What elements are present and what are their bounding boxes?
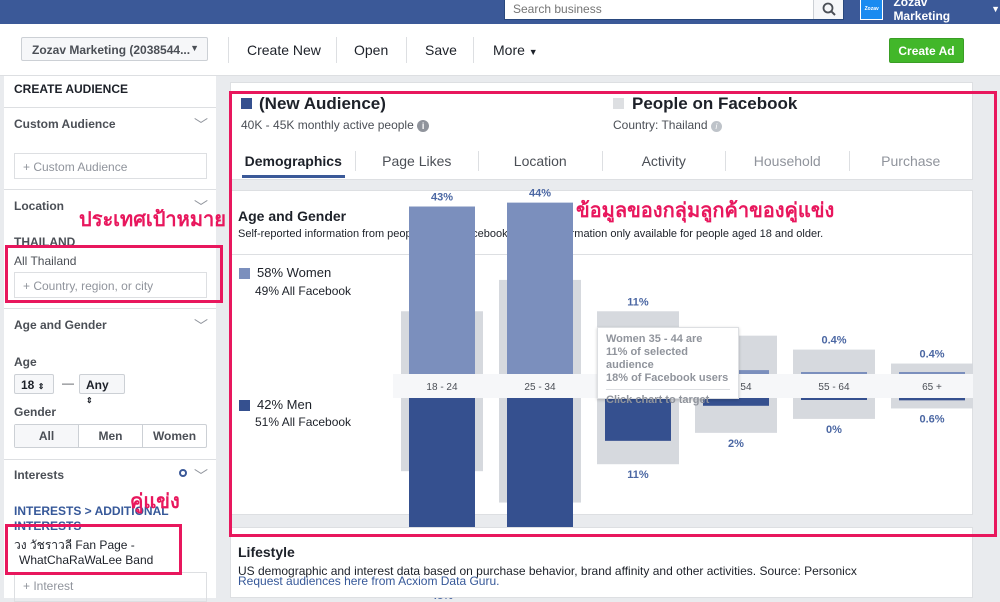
top-bar: Zozav Zozav Marketing ▼ — [0, 0, 1000, 24]
save-button[interactable]: Save — [425, 42, 457, 58]
custom-audience-placeholder: Custom Audience — [33, 160, 128, 174]
age-dash: — — [62, 376, 74, 390]
create-ad-button[interactable]: Create Ad — [889, 38, 964, 63]
age-gender-title: Age and Gender — [14, 318, 107, 332]
divider — [4, 107, 216, 108]
updown-icon: ⇕ — [86, 396, 93, 405]
custom-audience-title: Custom Audience — [14, 117, 116, 131]
divider — [406, 37, 407, 63]
gender-men-button[interactable]: Men — [78, 425, 142, 447]
search-icon — [822, 2, 836, 16]
divider — [4, 459, 216, 460]
sidebar: CREATE AUDIENCE Custom Audience ﹀ + Cust… — [4, 76, 216, 602]
chevron-down-icon[interactable]: ﹀ — [194, 466, 208, 486]
interest-placeholder: Interest — [33, 579, 74, 593]
info-dot-icon — [179, 469, 187, 477]
ad-account-select[interactable]: Zozav Marketing (2038544... ▼ — [21, 37, 208, 61]
annotation-target-country: ประเทศเป้าหมาย — [79, 209, 226, 231]
highlight-box-location — [5, 245, 223, 303]
toolbar: Zozav Marketing (2038544... ▼ Create New… — [0, 24, 1000, 76]
lifestyle-title: Lifestyle — [238, 544, 295, 560]
age-min-value: 18 — [21, 378, 35, 392]
age-max-select[interactable]: Any ⇕ — [79, 374, 125, 405]
highlight-box-main — [229, 91, 997, 537]
updown-icon: ⇕ — [37, 382, 45, 391]
search-button[interactable] — [813, 0, 843, 19]
gender-label: Gender — [14, 405, 57, 419]
caret-down-icon: ▼ — [528, 47, 538, 57]
divider — [336, 37, 337, 63]
age-min-select[interactable]: 18 ⇕ — [14, 374, 54, 394]
more-label: More — [493, 42, 525, 58]
sidebar-title: CREATE AUDIENCE — [14, 82, 129, 96]
annotation-competitor-data: ข้อมูลของกลุ่มลูกค้าของคู่แข่ง — [576, 200, 835, 222]
custom-audience-input[interactable]: + Custom Audience — [14, 153, 207, 179]
chevron-down-icon: ▼ — [190, 43, 199, 53]
chevron-down-icon[interactable]: ﹀ — [194, 115, 208, 135]
plus-icon: + — [23, 160, 34, 174]
gender-segmented-control: All Men Women — [14, 424, 207, 448]
annotation-competitor: คู่แข่ง — [130, 491, 180, 513]
account-menu[interactable]: Zozav Zozav Marketing ▼ — [860, 0, 1000, 23]
account-logo: Zozav — [860, 0, 884, 20]
open-button[interactable]: Open — [354, 42, 388, 58]
age-max-value: Any — [86, 378, 109, 392]
age-label: Age — [14, 355, 37, 369]
chevron-down-icon: ▼ — [991, 4, 1000, 14]
gender-all-button[interactable]: All — [15, 425, 78, 447]
chevron-down-icon[interactable]: ﹀ — [194, 316, 208, 336]
divider — [228, 37, 229, 63]
search-box — [504, 0, 844, 20]
divider — [473, 37, 474, 63]
divider — [4, 189, 216, 190]
divider — [4, 308, 216, 309]
lifestyle-link[interactable]: Request audiences here from Acxiom Data … — [238, 574, 499, 588]
more-button[interactable]: More ▼ — [493, 42, 538, 58]
lifestyle-card: Lifestyle US demographic and interest da… — [230, 527, 973, 598]
gender-women-button[interactable]: Women — [142, 425, 206, 447]
search-input[interactable] — [505, 0, 813, 19]
account-name: Zozav Marketing — [893, 0, 951, 23]
create-new-button[interactable]: Create New — [247, 42, 321, 58]
plus-icon: + — [23, 579, 34, 593]
ad-account-label: Zozav Marketing (2038544... — [32, 43, 191, 57]
location-title: Location — [14, 199, 64, 213]
interests-title: Interests — [14, 468, 65, 482]
highlight-box-interest — [5, 524, 182, 575]
